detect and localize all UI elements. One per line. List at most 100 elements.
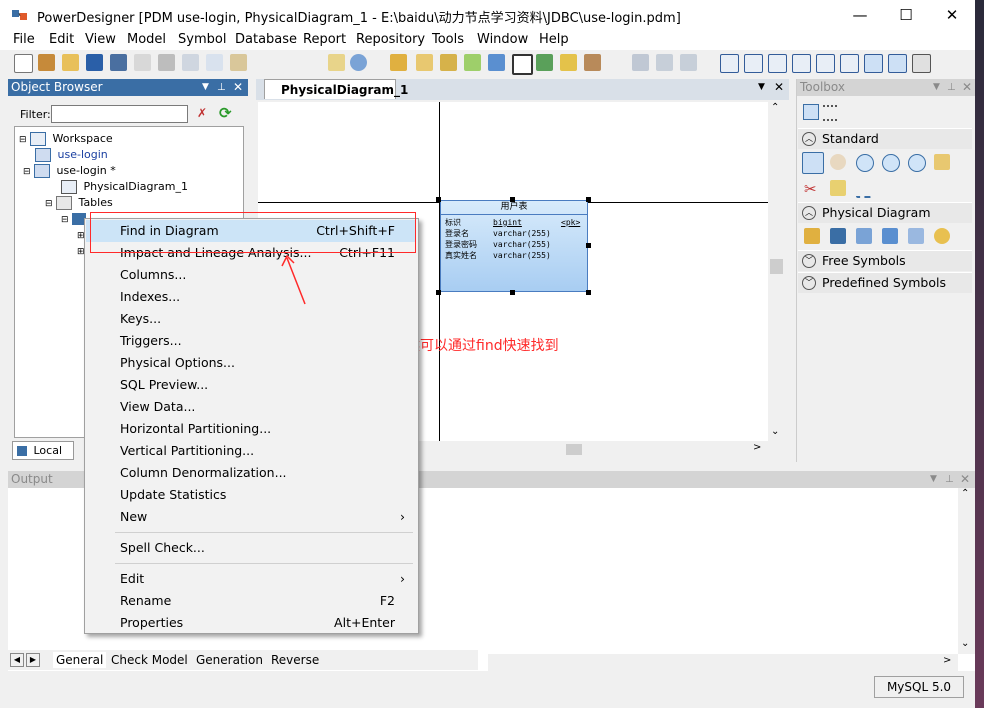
tree-item-tables[interactable]: ⊟ Tables xyxy=(45,195,113,211)
filter-input[interactable] xyxy=(51,105,188,123)
scroll-up-icon[interactable]: ⌃ xyxy=(961,488,969,499)
toolbox-section-standard[interactable]: ︿ Standard xyxy=(798,128,972,149)
toolbox-section-physical-diagram[interactable]: ︿ Physical Diagram xyxy=(798,202,972,223)
tab-check-model[interactable]: Check Model xyxy=(111,652,188,668)
tab-reverse[interactable]: Reverse xyxy=(271,652,319,668)
delete-tool-icon[interactable]: ✂ xyxy=(804,180,820,198)
clear-filter-icon[interactable]: ✗ xyxy=(197,106,207,120)
generate-icon[interactable] xyxy=(440,54,457,71)
menu-help[interactable]: Help xyxy=(539,32,569,47)
cut-icon[interactable] xyxy=(182,54,199,71)
table-symbol[interactable]: 用户表 标识 bigint <pk> 登录名 varchar(255) 登录密码 varch… xyxy=(440,200,588,292)
forward-icon[interactable] xyxy=(680,54,697,71)
tree-item-physicaldiagram[interactable]: PhysicalDiagram_1 xyxy=(61,179,188,195)
tab-close-icon[interactable]: ✕ xyxy=(774,80,784,94)
open-icon[interactable] xyxy=(62,54,79,71)
menu-symbol[interactable]: Symbol xyxy=(178,32,226,47)
menu-item-keys[interactable]: Keys... xyxy=(86,308,415,330)
menu-tools[interactable]: Tools xyxy=(432,32,464,47)
diagram-horizontal-scrollbar[interactable]: > xyxy=(418,441,768,458)
view-icon-2[interactable] xyxy=(744,54,763,73)
menu-item-physical-options[interactable]: Physical Options... xyxy=(86,352,415,374)
tab-scroll-right-icon[interactable]: ▶ xyxy=(26,653,40,667)
view-icon-6[interactable] xyxy=(840,54,859,73)
selection-handle[interactable] xyxy=(586,290,591,295)
maximize-button[interactable]: ☐ xyxy=(883,0,929,30)
menu-item-properties[interactable]: Properties Alt+Enter xyxy=(86,612,415,634)
menu-item-triggers[interactable]: Triggers... xyxy=(86,330,415,352)
scroll-right-icon[interactable]: > xyxy=(753,442,761,453)
collapse-icon[interactable]: ⊟ xyxy=(23,167,31,177)
menu-window[interactable]: Window xyxy=(477,32,528,47)
selection-handle[interactable] xyxy=(510,197,515,202)
menu-item-columns[interactable]: Columns... xyxy=(86,264,415,286)
apply-filter-icon[interactable]: ⟳ xyxy=(219,104,232,122)
menu-item-column-denormalization[interactable]: Column Denormalization... xyxy=(86,462,415,484)
output-vertical-scrollbar[interactable]: ⌃ ⌄ xyxy=(958,488,975,654)
view-icon-3[interactable] xyxy=(768,54,787,73)
grabber-tool-icon[interactable] xyxy=(830,154,846,170)
result-list-icon[interactable] xyxy=(912,54,931,73)
tab-general[interactable]: General xyxy=(53,652,107,668)
pen-icon[interactable] xyxy=(560,54,577,71)
menu-item-spell-check[interactable]: Spell Check... xyxy=(86,537,415,559)
check-model-icon[interactable] xyxy=(350,54,367,71)
menu-report[interactable]: Report xyxy=(303,32,346,47)
copy-icon[interactable] xyxy=(206,54,223,71)
reference-tool-icon[interactable] xyxy=(882,228,898,244)
diagram-vertical-scrollbar[interactable]: ⌃ ⌄ xyxy=(768,102,785,441)
large-icons-view-icon[interactable] xyxy=(803,104,819,120)
pane-close-icon[interactable]: ✕ xyxy=(233,79,243,96)
open-package-tool-icon[interactable] xyxy=(908,154,926,172)
selection-handle[interactable] xyxy=(436,290,441,295)
menu-item-sql-preview[interactable]: SQL Preview... xyxy=(86,374,415,396)
pane-close-icon[interactable]: ✕ xyxy=(960,471,970,488)
scroll-thumb[interactable] xyxy=(770,259,783,274)
procedure-tool-icon[interactable] xyxy=(934,228,950,244)
view-reference-tool-icon[interactable] xyxy=(908,228,924,244)
menu-item-indexes[interactable]: Indexes... xyxy=(86,286,415,308)
scroll-up-icon[interactable]: ⌃ xyxy=(771,102,779,113)
tab-scroll-left-icon[interactable]: ◀ xyxy=(10,653,24,667)
align-icon[interactable] xyxy=(632,54,649,71)
collapse-icon[interactable]: ⊟ xyxy=(19,135,27,145)
print-preview-icon[interactable] xyxy=(134,54,151,71)
menu-item-edit[interactable]: Edit › xyxy=(86,568,415,590)
diagram-tab[interactable]: PhysicalDiagram_1 xyxy=(264,79,408,99)
report-icon[interactable] xyxy=(416,54,433,71)
view-icon-1[interactable] xyxy=(720,54,739,73)
properties-tool-icon[interactable] xyxy=(934,154,950,170)
back-icon[interactable] xyxy=(656,54,673,71)
table-tool-icon[interactable] xyxy=(830,228,846,244)
zoom-in-tool-icon[interactable] xyxy=(856,154,874,172)
menu-item-rename[interactable]: Rename F2 xyxy=(86,590,415,612)
local-tab[interactable]: Local xyxy=(12,441,74,460)
list-view-icon[interactable] xyxy=(823,105,837,121)
menu-item-new[interactable]: New › xyxy=(86,506,415,528)
pin-icon[interactable]: ⊥ xyxy=(947,79,956,96)
browser-toggle-icon[interactable] xyxy=(864,54,883,73)
paint-icon[interactable] xyxy=(584,54,601,71)
save-icon[interactable] xyxy=(86,54,103,71)
menu-database[interactable]: Database xyxy=(235,32,297,47)
paste-icon[interactable] xyxy=(230,54,247,71)
package-tool-icon[interactable] xyxy=(804,228,820,244)
menu-repository[interactable]: Repository xyxy=(356,32,425,47)
pointer-tool-icon[interactable] xyxy=(802,152,824,174)
rectangle-icon[interactable] xyxy=(512,54,533,75)
new-model-icon[interactable] xyxy=(38,54,55,71)
zoom-out-tool-icon[interactable] xyxy=(882,154,900,172)
menu-edit[interactable]: Edit xyxy=(49,32,74,47)
output-toggle-icon[interactable] xyxy=(888,54,907,73)
minimize-button[interactable]: — xyxy=(837,0,883,30)
pin-icon[interactable]: ⊥ xyxy=(217,79,226,96)
close-button[interactable]: ✕ xyxy=(929,0,975,30)
selection-handle[interactable] xyxy=(436,197,441,202)
menu-model[interactable]: Model xyxy=(127,32,166,47)
menu-item-horizontal-partitioning[interactable]: Horizontal Partitioning... xyxy=(86,418,415,440)
selection-handle[interactable] xyxy=(586,243,591,248)
tab-generation[interactable]: Generation xyxy=(196,652,263,668)
toolbox-section-predefined-symbols[interactable]: ﹀ Predefined Symbols xyxy=(798,272,972,293)
merge-icon[interactable] xyxy=(536,54,553,71)
selection-handle[interactable] xyxy=(510,290,515,295)
